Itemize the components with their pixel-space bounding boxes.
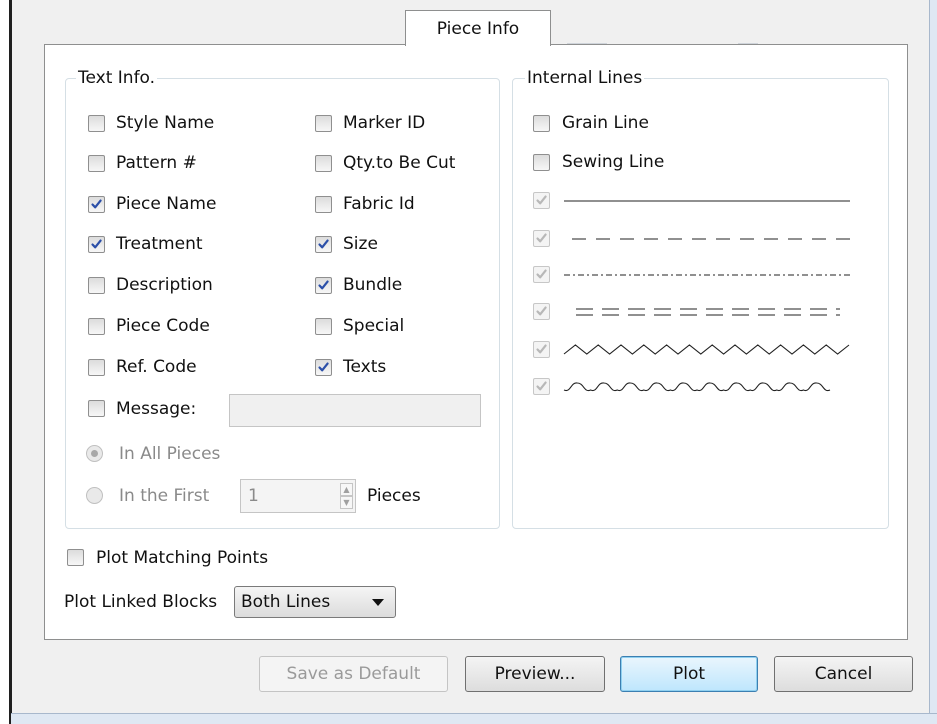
- pattern-label: Pattern #: [116, 153, 197, 173]
- save-as-default-button[interactable]: Save as Default: [259, 656, 448, 692]
- piece-code-checkbox[interactable]: [88, 318, 105, 335]
- marker-id-checkbox[interactable]: [315, 115, 332, 132]
- window-bottom-frame: [11, 713, 937, 724]
- plot-linked-blocks-select[interactable]: Both Lines: [234, 586, 396, 618]
- wavy-line-checkbox[interactable]: [533, 378, 550, 395]
- pattern-checkbox[interactable]: [88, 155, 105, 172]
- texts-checkbox[interactable]: [315, 359, 332, 376]
- tab-piece-info[interactable]: Piece Info: [405, 10, 551, 46]
- double-dashed-line-checkbox[interactable]: [533, 303, 550, 320]
- piece-name-checkbox[interactable]: [88, 196, 105, 213]
- special-checkbox[interactable]: [315, 318, 332, 335]
- dash-dot-line-checkbox[interactable]: [533, 266, 550, 283]
- bundle-checkbox[interactable]: [315, 277, 332, 294]
- texts-label: Texts: [343, 357, 387, 377]
- chevron-down-icon: [372, 599, 384, 606]
- cancel-button[interactable]: Cancel: [774, 656, 913, 692]
- plot-matching-points-checkbox[interactable]: [67, 549, 84, 566]
- double-dashed-line-sample: [562, 302, 852, 327]
- fabric-id-checkbox[interactable]: [315, 196, 332, 213]
- size-checkbox[interactable]: [315, 236, 332, 253]
- zigzag-line-checkbox[interactable]: [533, 341, 550, 358]
- text-info-title: Text Info.: [76, 68, 158, 88]
- radio-selected-dot: [91, 450, 98, 457]
- spin-down-icon[interactable]: ▼: [340, 496, 353, 509]
- dash-dot-line-sample: [562, 265, 852, 290]
- dashed-line-sample: [562, 229, 852, 254]
- description-label: Description: [116, 275, 213, 295]
- pieces-suffix-label: Pieces: [367, 486, 421, 506]
- plot-matching-points-label: Plot Matching Points: [96, 548, 269, 568]
- ref-code-label: Ref. Code: [116, 357, 197, 377]
- solid-line-sample: [562, 191, 852, 216]
- sewing-line-label: Sewing Line: [562, 152, 665, 172]
- pieces-count-spinner[interactable]: 1 ▲ ▼: [240, 479, 356, 513]
- piece-name-label: Piece Name: [116, 194, 217, 214]
- size-label: Size: [343, 234, 378, 254]
- treatment-checkbox[interactable]: [88, 236, 105, 253]
- fabric-id-label: Fabric Id: [343, 194, 415, 214]
- zigzag-line-sample: [562, 340, 852, 365]
- special-label: Special: [343, 316, 405, 336]
- in-the-first-radio[interactable]: [86, 487, 103, 504]
- treatment-label: Treatment: [116, 234, 203, 254]
- tab-label: Piece Info: [436, 19, 520, 39]
- description-checkbox[interactable]: [88, 277, 105, 294]
- preview-button[interactable]: Preview...: [465, 656, 605, 692]
- message-label: Message:: [116, 399, 197, 419]
- qty-to-be-cut-label: Qty.to Be Cut: [343, 153, 456, 173]
- internal-lines-title: Internal Lines: [525, 68, 645, 88]
- message-input[interactable]: [229, 394, 481, 427]
- marker-id-label: Marker ID: [343, 113, 426, 133]
- solid-line-checkbox[interactable]: [533, 192, 550, 209]
- sewing-line-checkbox[interactable]: [533, 154, 550, 171]
- in-all-pieces-label: In All Pieces: [119, 444, 221, 464]
- style-name-checkbox[interactable]: [88, 115, 105, 132]
- grain-line-label: Grain Line: [562, 113, 649, 133]
- ref-code-checkbox[interactable]: [88, 359, 105, 376]
- qty-to-be-cut-checkbox[interactable]: [315, 155, 332, 172]
- style-name-label: Style Name: [116, 113, 215, 133]
- in-the-first-label: In the First: [119, 486, 210, 506]
- pieces-count-value: 1: [248, 486, 259, 506]
- in-all-pieces-radio[interactable]: [86, 445, 103, 462]
- spin-up-icon[interactable]: ▲: [340, 483, 353, 496]
- dashed-line-checkbox[interactable]: [533, 230, 550, 247]
- plot-button[interactable]: Plot: [620, 656, 758, 692]
- grain-line-checkbox[interactable]: [533, 115, 550, 132]
- piece-code-label: Piece Code: [116, 316, 210, 336]
- plot-linked-blocks-label: Plot Linked Blocks: [64, 592, 218, 612]
- plot-linked-blocks-value: Both Lines: [241, 592, 331, 612]
- wavy-line-sample: [562, 377, 852, 402]
- message-checkbox[interactable]: [88, 400, 105, 417]
- bundle-label: Bundle: [343, 275, 403, 295]
- window-right-frame: [929, 0, 937, 724]
